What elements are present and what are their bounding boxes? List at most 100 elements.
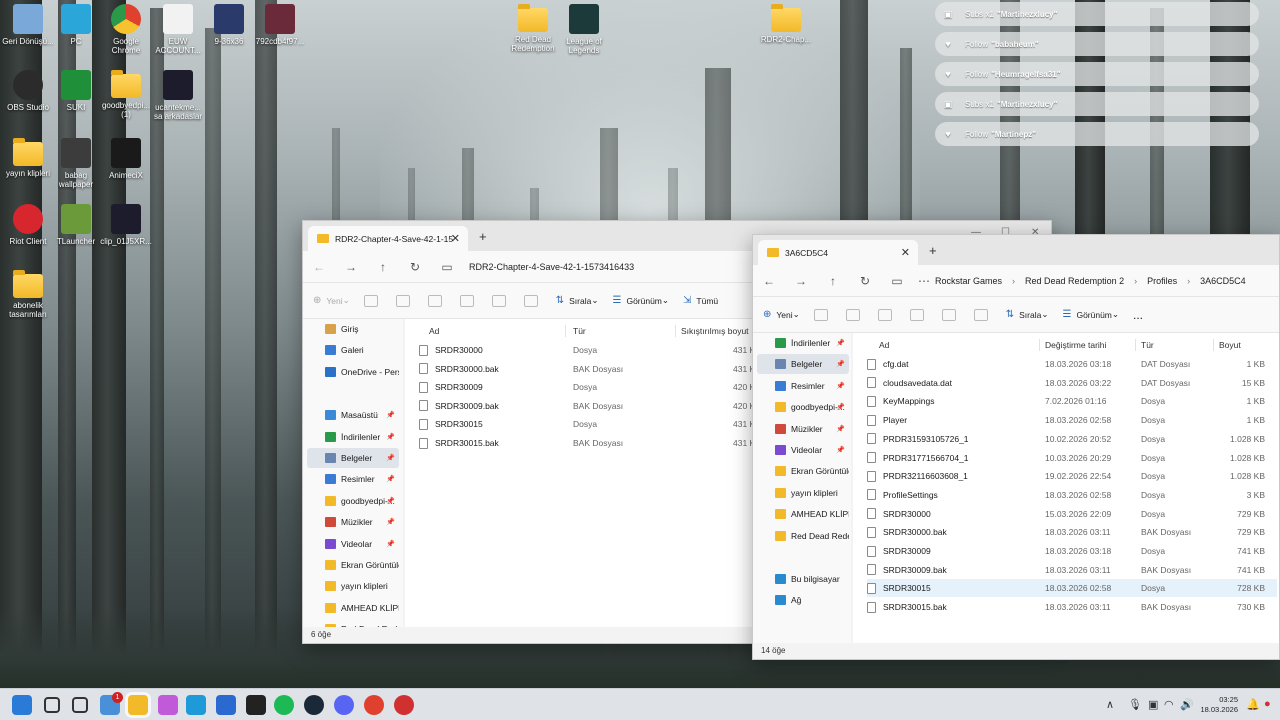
forward-arrow-icon[interactable]: → [785,274,817,288]
close-tab-icon[interactable]: ✕ [901,246,910,259]
sort-button[interactable]: ⇅ Sırala ⌄ [556,295,599,306]
rename-icon[interactable] [459,294,474,307]
tab-archive[interactable]: RDR2-Chapter-4-Save-42-1-15 ✕ [308,226,468,251]
sidebar-item[interactable]: İndirilenler 📌 [757,333,849,353]
discord-icon[interactable] [334,695,354,715]
sidebar-item[interactable]: İndirilenler 📌 [307,427,399,447]
new-tab-button[interactable]: + [929,243,937,258]
desktop-icon[interactable]: clip_01J5XR... [98,204,154,246]
volume-icon[interactable]: 🔊 [1180,698,1194,711]
breadcrumb-item[interactable]: Red Dead Redemption 2 [1025,276,1124,286]
paste-icon[interactable] [877,308,892,321]
copilot-icon[interactable] [158,695,178,715]
rename-icon[interactable] [909,308,924,321]
extract-all-button[interactable]: ⇲ Tümü [683,295,718,306]
sidebar-item[interactable]: Videolar 📌 [757,440,849,460]
desktop-icon[interactable]: ucantekme... sa arkadaslar [150,70,206,121]
desktop-icon[interactable]: SUKI [48,70,104,112]
desktop-icon[interactable]: abonelik tasarımları [0,270,56,319]
breadcrumb[interactable]: Rockstar Games › Red Dead Redemption 2 › Pro… [935,276,1256,286]
paste-icon[interactable] [427,294,442,307]
new-button[interactable]: ⊕ Yeni ⌄ [313,295,350,306]
epic-games-icon[interactable] [246,695,266,715]
sidebar-item[interactable]: Red Dead Reder [307,619,399,627]
sidebar-item[interactable]: Ekran Görüntüle [307,555,399,575]
delete-icon[interactable] [973,308,988,321]
share-icon[interactable] [941,308,956,321]
spotify-icon[interactable] [274,695,294,715]
sidebar-item[interactable]: Giriş [307,319,399,339]
close-tab-icon[interactable]: ✕ [451,232,460,245]
sidebar-item[interactable]: Bu bilgisayar [757,569,849,589]
column-header-name[interactable]: Ad [429,323,439,339]
cut-icon[interactable] [813,308,828,321]
new-button[interactable]: ⊕ Yeni ⌄ [763,309,800,320]
file-explorer-icon[interactable] [128,695,148,715]
desktop-icon[interactable]: Google Chrome [98,4,154,55]
desktop-icon[interactable]: PC [48,4,104,46]
sidebar-item[interactable]: AMHEAD KLİPLE [307,598,399,618]
start-icon[interactable] [12,695,32,715]
desktop-icon[interactable]: League of Legends [556,4,612,55]
breadcrumb-item[interactable]: Profiles [1147,276,1177,286]
sidebar-item[interactable]: yayın klipleri [307,576,399,596]
search-icon[interactable] [44,697,60,713]
sidebar-item[interactable]: goodbyedpi-... 📌 [757,397,849,417]
sidebar-item[interactable]: goodbyedpi-... 📌 [307,491,399,511]
more-options-button[interactable]: ... [1133,308,1143,322]
sidebar-item[interactable]: AMHEAD KLİPLE [757,504,849,524]
desktop-icon[interactable]: RDR2-Chap... [758,4,814,44]
new-tab-button[interactable]: + [479,229,487,244]
task-view-icon[interactable] [72,697,88,713]
sidebar-item[interactable]: Masaüstü 📌 [307,405,399,425]
desktop-icon[interactable]: AnimeciX [98,138,154,180]
column-header-type[interactable]: Tür [573,323,586,339]
desktop-icon[interactable]: 9-36x36 [201,4,257,46]
tab-profile-folder[interactable]: 3A6CD5C4 ✕ [758,240,918,265]
network-icon[interactable]: ▣ [1148,698,1158,711]
up-arrow-icon[interactable]: ↑ [367,260,399,274]
chevron-up-icon[interactable]: ∧ [1106,698,1114,711]
sidebar-item[interactable]: Belgeler 📌 [757,354,849,375]
up-arrow-icon[interactable]: ↑ [817,274,849,288]
sidebar-item[interactable]: Ağ [757,590,849,610]
column-header-name[interactable]: Ad [879,337,889,353]
forward-arrow-icon[interactable]: → [335,260,367,274]
sidebar-item[interactable]: Videolar 📌 [307,534,399,554]
address-bar[interactable]: RDR2-Chapter-4-Save-42-1-1573416433 [469,262,644,272]
sidebar-item[interactable]: Müzikler 📌 [307,512,399,532]
delete-icon[interactable] [523,294,538,307]
wifi-icon[interactable]: ◠ [1164,698,1174,711]
sidebar-item[interactable]: Resimler 📌 [757,376,849,396]
copy-icon[interactable] [845,308,860,321]
breadcrumb-item[interactable]: 3A6CD5C4 [1200,276,1246,286]
cut-icon[interactable] [363,294,378,307]
color-icon[interactable]: ● [1264,698,1271,710]
sidebar-item[interactable]: Belgeler 📌 [307,448,399,468]
column-header-size[interactable]: Boyut [1219,337,1241,353]
back-arrow-icon[interactable]: ← [303,260,335,274]
edge-icon[interactable] [186,695,206,715]
sort-button[interactable]: ⇅ Sırala ⌄ [1006,309,1049,320]
more-path-icon[interactable]: ⋯ [913,274,935,288]
breadcrumb-item[interactable]: Rockstar Games [935,276,1002,286]
view-button[interactable]: ☰ Görünüm ⌄ [612,295,669,306]
steam-icon[interactable] [304,695,324,715]
share-icon[interactable] [491,294,506,307]
desktop-icon[interactable]: Red Dead Redemption [505,4,561,53]
sidebar-item[interactable]: Ekran Görüntüle [757,461,849,481]
column-header-compressed-size[interactable]: Sıkıştırılmış boyut [681,323,749,339]
store-icon[interactable] [216,695,236,715]
desktop-icon[interactable]: goodbyedpi... (1) [98,70,154,119]
sidebar-item[interactable]: Müzikler 📌 [757,419,849,439]
sidebar-item[interactable]: Red Dead Reder [757,526,849,546]
sidebar-item[interactable]: Resimler 📌 [307,469,399,489]
refresh-icon[interactable]: ↻ [399,260,431,274]
notification-bell-icon[interactable]: 🔔 [1246,698,1260,711]
refresh-icon[interactable]: ↻ [849,274,881,288]
system-clock[interactable]: 03:25 18.03.2026 [1200,695,1238,715]
rockstar-icon[interactable] [394,695,414,715]
desktop-icon[interactable]: TLauncher [48,204,104,246]
view-button[interactable]: ☰ Görünüm ⌄ [1062,309,1119,320]
column-header-type[interactable]: Tür [1141,337,1154,353]
